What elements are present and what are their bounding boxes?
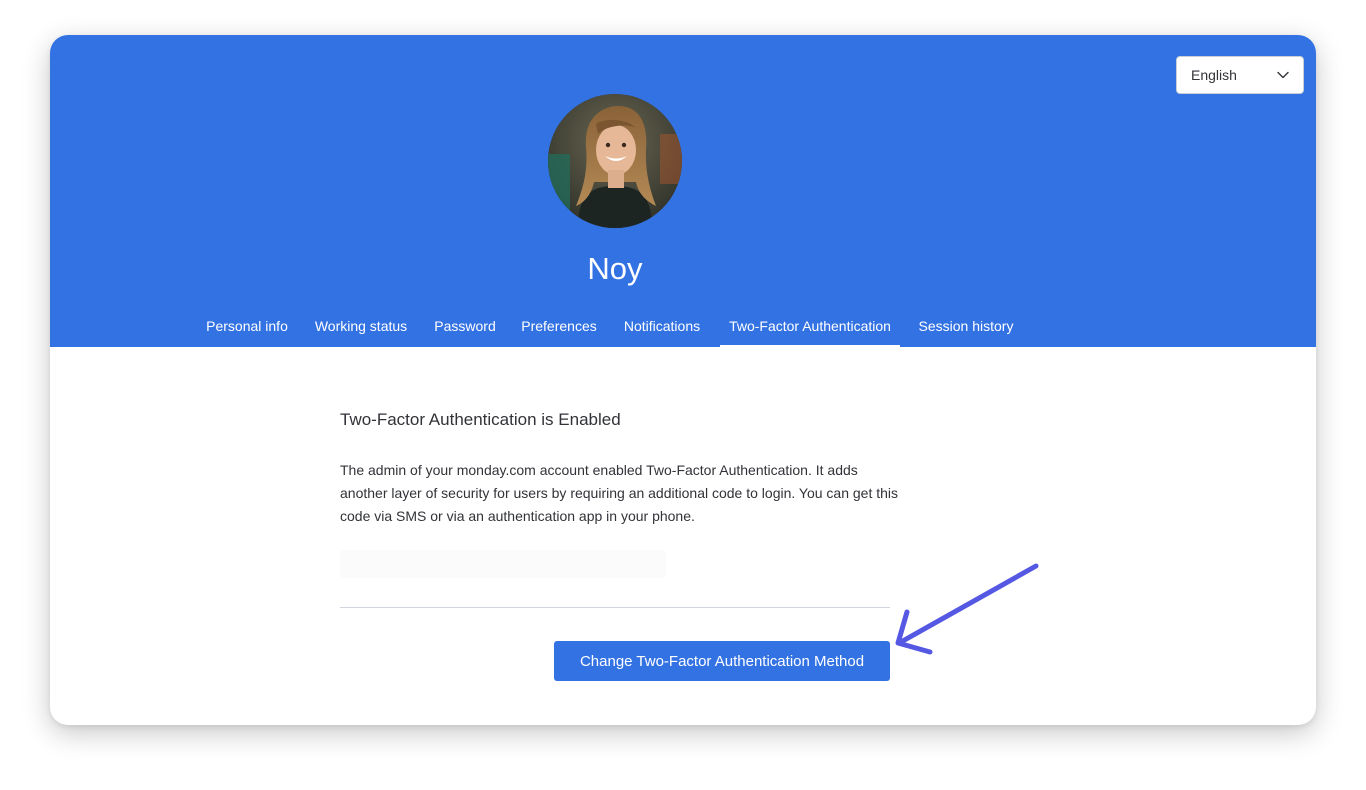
change-two-factor-method-button[interactable]: Change Two-Factor Authentication Method: [554, 641, 890, 681]
language-select-value: English: [1191, 67, 1237, 83]
profile-window: English Noy Personal info Working status…: [50, 35, 1316, 725]
profile-name: Noy: [587, 251, 643, 286]
avatar-photo: [548, 94, 682, 228]
avatar[interactable]: [548, 94, 682, 228]
placeholder-area: [340, 550, 666, 578]
tab-personal-info[interactable]: Personal info: [196, 307, 298, 347]
divider: [340, 607, 890, 608]
tab-notifications[interactable]: Notifications: [614, 307, 710, 347]
language-select[interactable]: English: [1176, 56, 1304, 94]
tab-preferences[interactable]: Preferences: [514, 307, 604, 347]
two-factor-status-title: Two-Factor Authentication is Enabled: [340, 410, 621, 429]
two-factor-description: The admin of your monday.com account ena…: [340, 462, 899, 524]
profile-header: English Noy Personal info Working status…: [50, 35, 1316, 347]
chevron-down-icon: [1277, 71, 1289, 79]
tab-two-factor-authentication[interactable]: Two-Factor Authentication: [720, 307, 900, 347]
tab-working-status[interactable]: Working status: [308, 307, 414, 347]
tab-password[interactable]: Password: [426, 307, 504, 347]
profile-tabs: Personal info Working status Password Pr…: [50, 307, 1316, 347]
tab-session-history[interactable]: Session history: [910, 307, 1022, 347]
